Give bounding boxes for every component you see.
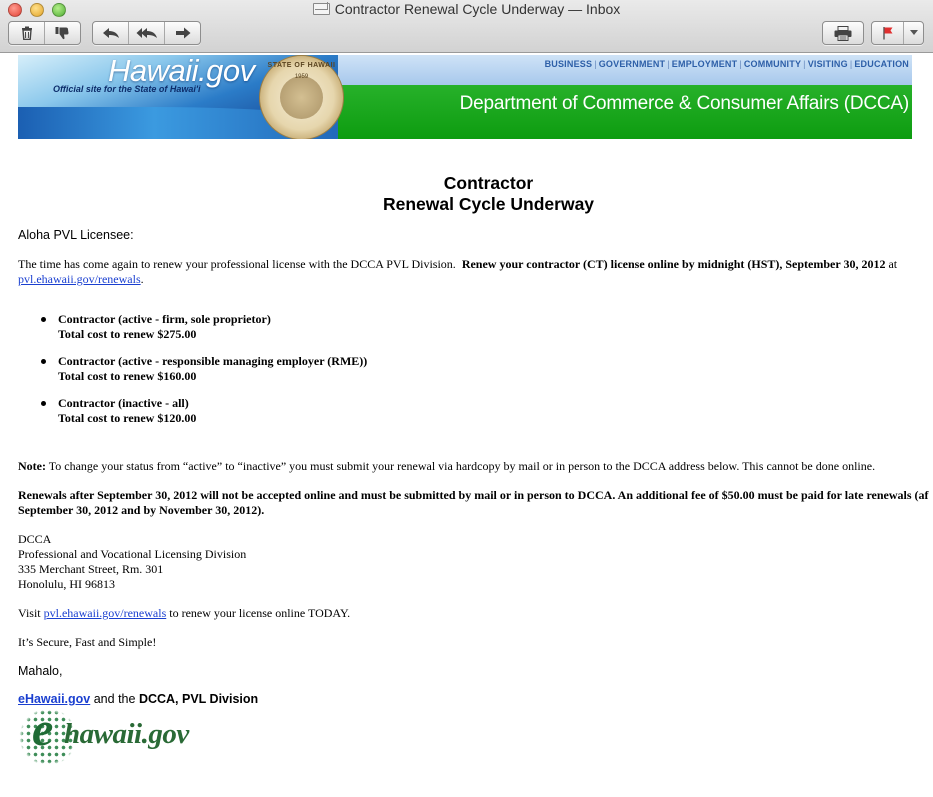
- delete-button[interactable]: [9, 22, 45, 44]
- reply-button[interactable]: [93, 22, 129, 44]
- flag-menu-button[interactable]: [904, 22, 923, 44]
- flag-icon: [882, 27, 892, 40]
- state-seal: STATE OF HAWAII 1959: [259, 55, 344, 139]
- bullet-icon: [41, 359, 46, 364]
- mahalo: Mahalo,: [18, 664, 63, 678]
- intro-period: .: [140, 272, 144, 286]
- heading-line-1: Contractor: [443, 173, 534, 193]
- heading-line-2: Renewal Cycle Underway: [382, 194, 595, 214]
- hawaii-gov-banner: Hawaii.gov Official site for the State o…: [18, 55, 912, 139]
- reply-all-button[interactable]: [129, 22, 165, 44]
- nav-business[interactable]: BUSINESS: [545, 59, 593, 69]
- forward-button[interactable]: [165, 22, 200, 44]
- print-group: [822, 21, 864, 45]
- chevron-down-icon: [909, 30, 918, 35]
- renewals-link-2[interactable]: pvl.ehawaii.gov/renewals: [44, 606, 167, 620]
- nav-community[interactable]: COMMUNITY: [744, 59, 801, 69]
- signature-mid: and the: [93, 692, 136, 706]
- list-item-cost: Total cost to renew $120.00: [58, 411, 197, 425]
- intro-paragraph: The time has come again to renew your pr…: [18, 257, 897, 287]
- nav-government[interactable]: GOVERNMENT: [599, 59, 666, 69]
- address-line: Professional and Vocational Licensing Di…: [18, 547, 247, 561]
- intro-at: at: [888, 257, 898, 271]
- printer-icon: [834, 25, 852, 41]
- visit-paragraph: Visit pvl.ehawaii.gov/renewals to renew …: [18, 606, 350, 621]
- nav-employment[interactable]: EMPLOYMENT: [672, 59, 738, 69]
- site-tagline: Official site for the State of Hawai'i: [53, 84, 201, 94]
- late-line-2: September 30, 2012 and by November 30, 2…: [18, 503, 265, 517]
- seal-text: STATE OF HAWAII: [267, 62, 336, 69]
- logo-e: e: [32, 703, 54, 756]
- renewals-link[interactable]: pvl.ehawaii.gov/renewals: [18, 272, 141, 286]
- ehawaii-link[interactable]: eHawaii.gov: [18, 692, 90, 706]
- department-name: Department of Commerce & Consumer Affair…: [459, 93, 910, 114]
- list-item-cost: Total cost to renew $275.00: [58, 327, 197, 341]
- reply-group: [92, 21, 201, 45]
- window-title: Contractor Renewal Cycle Underway — Inbo…: [334, 1, 621, 17]
- nav-visiting[interactable]: VISITING: [808, 59, 848, 69]
- address-line: 335 Merchant Street, Rm. 301: [18, 562, 164, 576]
- nav-education[interactable]: EDUCATION: [854, 59, 909, 69]
- late-renewal-paragraph: Renewals after September 30, 2012 will n…: [18, 488, 929, 518]
- thumbs-down-icon: [55, 27, 69, 40]
- print-button[interactable]: [823, 22, 863, 44]
- intro-bold: Renew your contractor (CT) license onlin…: [461, 257, 886, 271]
- flag-button[interactable]: [872, 22, 904, 44]
- bullet-icon: [41, 401, 46, 406]
- secure-line: It’s Secure, Fast and Simple!: [18, 635, 157, 649]
- greeting: Aloha PVL Licensee:: [18, 228, 134, 242]
- address-line: Honolulu, HI 96813: [18, 577, 115, 591]
- list-item-title: Contractor (active - responsible managin…: [58, 354, 368, 368]
- ehawaii-logo[interactable]: e hawaii.gov: [18, 703, 203, 766]
- trash-icon: [21, 26, 32, 40]
- list-item-title: Contractor (active - firm, sole propriet…: [58, 312, 271, 326]
- note-paragraph: Note: To change your status from “active…: [18, 459, 875, 474]
- list-item-cost: Total cost to renew $160.00: [58, 369, 197, 383]
- delete-junk-group: [8, 21, 81, 45]
- forward-icon: [175, 27, 190, 39]
- late-line-1: Renewals after September 30, 2012 will n…: [18, 488, 929, 502]
- title-bar: Contractor Renewal Cycle Underway — Inbo…: [0, 0, 933, 53]
- note-label: Note:: [18, 459, 46, 473]
- address-block: DCCA Professional and Vocational Licensi…: [18, 532, 246, 592]
- banner-nav: BUSINESS | GOVERNMENT | EMPLOYMENT | COMMUNITY…: [544, 59, 909, 69]
- signature: eHawaii.gov and the DCCA, PVL Division: [18, 692, 258, 707]
- signature-dept: DCCA, PVL Division: [138, 692, 259, 706]
- flag-group: [871, 21, 924, 45]
- envelope-icon: [312, 3, 330, 15]
- seal-emblem: [280, 76, 323, 119]
- reply-all-icon: [136, 28, 157, 38]
- note-text: To change your status from “active” to “…: [48, 459, 876, 473]
- window-title-area: Contractor Renewal Cycle Underway — Inbo…: [0, 1, 933, 17]
- intro-plain: The time has come again to renew your pr…: [18, 257, 456, 271]
- junk-button[interactable]: [45, 22, 80, 44]
- email-heading: Contractor Renewal Cycle Underway: [0, 173, 933, 215]
- message-body: Hawaii.gov Official site for the State o…: [0, 53, 933, 797]
- list-item-title: Contractor (inactive - all): [58, 396, 189, 410]
- reply-icon: [102, 28, 119, 38]
- visit-pre: Visit: [18, 606, 41, 620]
- visit-post: to renew your license online TODAY.: [169, 606, 351, 620]
- seal-year: 1959: [294, 74, 309, 80]
- logo-word: hawaii.gov: [64, 718, 189, 750]
- address-line: DCCA: [18, 532, 52, 546]
- bullet-icon: [41, 317, 46, 322]
